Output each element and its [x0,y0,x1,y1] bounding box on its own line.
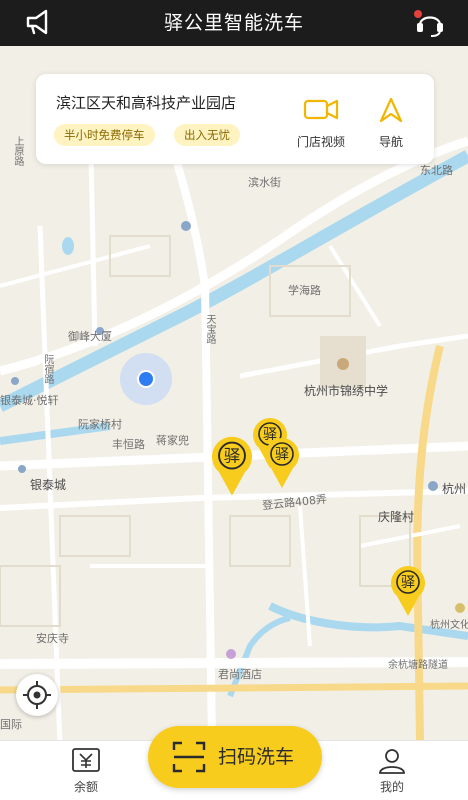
store-tag-access: 出入无忧 [174,124,240,146]
crosshair-icon [23,681,51,709]
station-pin-glyph: 驿 [275,447,289,463]
locate-me-button[interactable] [16,674,58,716]
map-label-yintai-yuexuan: 银泰城·悦轩 [0,394,59,407]
map-label-hangzhou-culture: 杭州文化 [430,620,468,631]
navigation-arrow-icon [379,97,403,123]
map-label-shangyuan: 上原路 [12,136,23,166]
tab-mine-label: 我的 [379,780,404,794]
store-video-label: 门店视频 [296,135,345,149]
map-label-xuehai: 学海路 [288,284,321,297]
map-label-yintai-city: 银泰城 [30,478,67,492]
video-camera-icon [303,99,339,120]
scan-icon [172,741,206,773]
station-pin[interactable]: 驿 [388,562,428,618]
map-label-river-street: 滨水街 [248,176,281,189]
navigation-button[interactable]: 导航 [356,96,426,150]
store-video-button[interactable]: 门店视频 [286,96,356,150]
station-pin[interactable]: 驿 [208,432,256,498]
map-label-anqing-temple: 安庆寺 [36,632,69,645]
customer-service-icon[interactable] [412,6,448,40]
map-label-tianbao: 天宝路 [204,314,215,344]
app-header: 驿公里智能洗车 [0,0,468,46]
tab-balance-label: 余额 [73,780,98,794]
navigation-label: 导航 [378,135,403,149]
station-pin-glyph: 驿 [401,575,415,591]
map-label-ruanxiang: 阮宿路 [42,354,53,384]
user-icon [379,749,405,774]
page-title: 驿公里智能洗车 [163,12,304,34]
station-pin-glyph: 驿 [224,446,241,465]
store-tag-parking: 半小时免费停车 [54,124,155,146]
scan-wash-label: 扫码洗车 [218,746,295,768]
tab-balance[interactable]: 余额 [46,741,126,800]
map-label-school: 杭州市锦绣中学 [304,384,389,398]
map-label-intl: 国际 [0,718,22,731]
map-label-ruanjia-bridge: 阮家桥村 [78,418,122,431]
map-label-dongtie: 东北路 [420,164,453,177]
map-label-yufeng: 御峰大厦 [68,330,112,343]
map-label-qinglong: 庆隆村 [378,510,415,524]
map-label-yuhang-tunnel: 余杭塘路隧道 [388,660,448,671]
store-info-card[interactable]: 滨江区天和高科技产业园店 半小时免费停车 出入无忧 门店视频 导航 [36,74,434,164]
notification-dot [414,10,422,18]
map-label-hangzhou-short: 杭州 [442,482,467,496]
scan-wash-button[interactable]: 扫码洗车 [148,726,322,788]
wallet-yen-icon [72,748,100,772]
map-label-fengjia: 丰恒路 [112,438,145,451]
station-pin[interactable]: 驿 [262,434,302,490]
tab-mine[interactable]: 我的 [352,741,432,800]
store-name: 滨江区天和高科技产业园店 [56,94,237,112]
map-label-jiangjiadou: 蒋家兜 [156,434,189,447]
map-label-junshang-hotel: 君尚酒店 [218,668,262,681]
